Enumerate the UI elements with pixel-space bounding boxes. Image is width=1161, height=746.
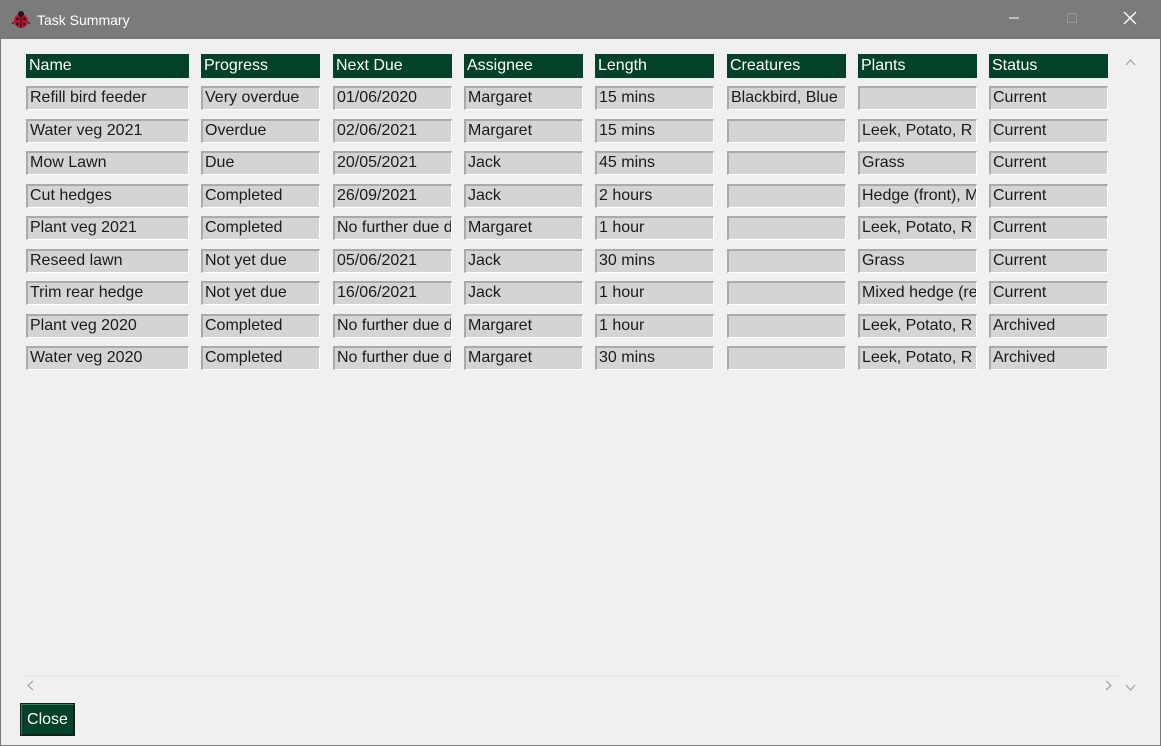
cell-status[interactable]: Current <box>989 184 1108 208</box>
cell-assignee[interactable]: Margaret <box>464 346 583 370</box>
cell-plants[interactable] <box>858 86 977 110</box>
cell-next-due[interactable]: 26/09/2021 <box>333 184 452 208</box>
scroll-left-icon[interactable] <box>26 680 34 694</box>
cell-next-due[interactable]: 20/05/2021 <box>333 151 452 175</box>
cell-next-due[interactable]: No further due d <box>333 216 452 240</box>
task-table: Name Progress Next Due Assignee Length Creatu… <box>20 41 1121 675</box>
cell-plants[interactable]: Hedge (front), M <box>858 184 977 208</box>
cell-progress[interactable]: Not yet due <box>201 249 320 273</box>
cell-progress[interactable]: Completed <box>201 314 320 338</box>
cell-plants[interactable]: Grass <box>858 151 977 175</box>
cell-assignee[interactable]: Margaret <box>464 119 583 143</box>
cell-creatures[interactable] <box>727 314 846 338</box>
cell-creatures[interactable]: Blackbird, Blue <box>727 86 846 110</box>
cell-creatures[interactable] <box>727 346 846 370</box>
column-header-assignee: Assignee <box>464 54 583 78</box>
cell-assignee[interactable]: Jack <box>464 184 583 208</box>
cell-name[interactable]: Cut hedges <box>26 184 189 208</box>
cell-next-due[interactable]: 16/06/2021 <box>333 281 452 305</box>
cell-length[interactable]: 1 hour <box>595 314 714 338</box>
cell-assignee[interactable]: Margaret <box>464 216 583 240</box>
vertical-scrollbar[interactable] <box>1121 41 1141 693</box>
cell-name[interactable]: Water veg 2020 <box>26 346 189 370</box>
horizontal-scrollbar[interactable] <box>20 675 1121 694</box>
cell-status[interactable]: Current <box>989 216 1108 240</box>
cell-next-due[interactable]: No further due d <box>333 346 452 370</box>
column-header-status: Status <box>989 54 1108 78</box>
cell-progress[interactable]: Overdue <box>201 119 320 143</box>
cell-plants[interactable]: Leek, Potato, R <box>858 314 977 338</box>
cell-name[interactable]: Trim rear hedge <box>26 281 189 305</box>
title-bar[interactable]: Task Summary <box>1 1 1160 39</box>
cell-status[interactable]: Archived <box>989 346 1108 370</box>
cell-name[interactable]: Water veg 2021 <box>26 119 189 143</box>
cell-plants[interactable]: Leek, Potato, R <box>858 119 977 143</box>
column-header-name: Name <box>26 54 189 78</box>
cell-creatures[interactable] <box>727 151 846 175</box>
cell-name[interactable]: Refill bird feeder <box>26 86 189 110</box>
cell-plants[interactable]: Mixed hedge (re <box>858 281 977 305</box>
cell-length[interactable]: 30 mins <box>595 249 714 273</box>
cell-status[interactable]: Current <box>989 281 1108 305</box>
cell-creatures[interactable] <box>727 281 846 305</box>
cell-status[interactable]: Current <box>989 119 1108 143</box>
ladybird-icon <box>11 10 31 30</box>
maximize-button[interactable] <box>1049 1 1095 39</box>
content-area: Name Progress Next Due Assignee Length Creatu… <box>1 39 1160 745</box>
cell-creatures[interactable] <box>727 216 846 240</box>
cell-length[interactable]: 45 mins <box>595 151 714 175</box>
cell-name[interactable]: Plant veg 2021 <box>26 216 189 240</box>
column-header-creatures: Creatures <box>727 54 846 78</box>
cell-name[interactable]: Mow Lawn <box>26 151 189 175</box>
cell-progress[interactable]: Very overdue <box>201 86 320 110</box>
window-title: Task Summary <box>37 12 130 28</box>
cell-progress[interactable]: Completed <box>201 184 320 208</box>
cell-next-due[interactable]: No further due d <box>333 314 452 338</box>
cell-assignee[interactable]: Margaret <box>464 86 583 110</box>
close-button[interactable]: Close <box>20 703 75 736</box>
cell-assignee[interactable]: Jack <box>464 281 583 305</box>
scroll-up-icon[interactable] <box>1125 55 1136 69</box>
cell-status[interactable]: Current <box>989 86 1108 110</box>
cell-length[interactable]: 2 hours <box>595 184 714 208</box>
cell-progress[interactable]: Not yet due <box>201 281 320 305</box>
cell-length[interactable]: 1 hour <box>595 216 714 240</box>
cell-progress[interactable]: Completed <box>201 216 320 240</box>
column-header-plants: Plants <box>858 54 977 78</box>
cell-progress[interactable]: Completed <box>201 346 320 370</box>
cell-status[interactable]: Archived <box>989 314 1108 338</box>
task-summary-window: Task Summary Name Progress Next Due Assigne… <box>0 0 1161 746</box>
scroll-right-icon[interactable] <box>1105 680 1113 694</box>
cell-length[interactable]: 15 mins <box>595 86 714 110</box>
cell-next-due[interactable]: 01/06/2020 <box>333 86 452 110</box>
cell-status[interactable]: Current <box>989 249 1108 273</box>
cell-next-due[interactable]: 05/06/2021 <box>333 249 452 273</box>
cell-next-due[interactable]: 02/06/2021 <box>333 119 452 143</box>
close-icon <box>1123 11 1137 30</box>
close-window-button[interactable] <box>1107 1 1153 39</box>
cell-name[interactable]: Reseed lawn <box>26 249 189 273</box>
cell-plants[interactable]: Grass <box>858 249 977 273</box>
cell-length[interactable]: 30 mins <box>595 346 714 370</box>
cell-status[interactable]: Current <box>989 151 1108 175</box>
minimize-button[interactable] <box>991 1 1037 39</box>
cell-assignee[interactable]: Margaret <box>464 314 583 338</box>
cell-creatures[interactable] <box>727 184 846 208</box>
cell-assignee[interactable]: Jack <box>464 151 583 175</box>
cell-progress[interactable]: Due <box>201 151 320 175</box>
minimize-icon <box>1008 11 1020 29</box>
column-header-progress: Progress <box>201 54 320 78</box>
cell-name[interactable]: Plant veg 2020 <box>26 314 189 338</box>
cell-length[interactable]: 15 mins <box>595 119 714 143</box>
cell-creatures[interactable] <box>727 119 846 143</box>
column-header-next-due: Next Due <box>333 54 452 78</box>
cell-plants[interactable]: Leek, Potato, R <box>858 346 977 370</box>
cell-plants[interactable]: Leek, Potato, R <box>858 216 977 240</box>
column-header-length: Length <box>595 54 714 78</box>
scroll-down-icon[interactable] <box>1125 681 1136 695</box>
cell-length[interactable]: 1 hour <box>595 281 714 305</box>
cell-assignee[interactable]: Jack <box>464 249 583 273</box>
maximize-icon <box>1066 11 1078 29</box>
cell-creatures[interactable] <box>727 249 846 273</box>
